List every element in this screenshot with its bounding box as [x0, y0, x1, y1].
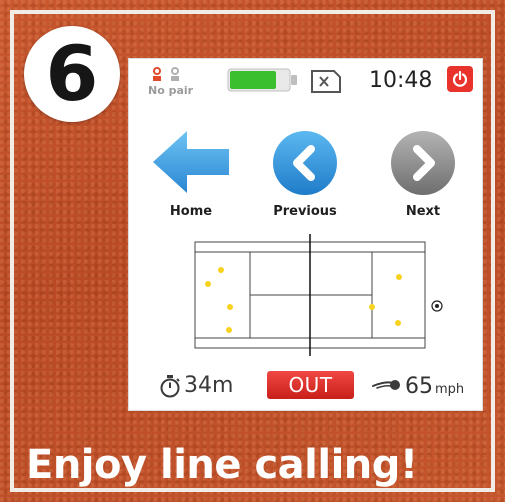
duration-value: 34m: [184, 373, 234, 398]
device-screen: No pair 10:48 Home Previous Next 34m OUT…: [129, 59, 482, 410]
stopwatch-icon: [160, 374, 180, 397]
power-button[interactable]: [447, 66, 473, 92]
pair-status-icon: [153, 67, 179, 81]
clock: 10:48: [369, 68, 433, 93]
ball-mark: [369, 304, 375, 310]
status-bar: No pair 10:48: [129, 59, 482, 99]
ball-mark: [395, 320, 401, 326]
ball-mark: [205, 281, 211, 287]
player-position-marker: [431, 300, 443, 312]
previous-button[interactable]: [271, 129, 339, 197]
card-x-icon: [311, 70, 341, 93]
step-number: 6: [45, 29, 99, 118]
ball-trail-icon: [372, 380, 400, 390]
home-button[interactable]: [151, 129, 231, 195]
call-badge: OUT: [267, 371, 354, 399]
next-label: Next: [405, 204, 441, 219]
step-number-badge: 6: [24, 26, 120, 122]
timer: 34m: [159, 373, 233, 398]
ball-mark: [396, 274, 402, 280]
arrow-left-icon: [153, 131, 229, 193]
court-diagram: [194, 234, 443, 356]
speed-unit: mph: [435, 382, 465, 397]
ball-mark: [226, 327, 232, 333]
stats-row: 34m OUT 65 mph: [129, 365, 482, 405]
pair-status-label: No pair: [148, 84, 194, 97]
tagline: Enjoy line calling!: [26, 442, 418, 488]
ball-mark: [227, 304, 233, 310]
ball-speed: 65 mph: [371, 374, 464, 399]
next-button[interactable]: [389, 129, 457, 197]
home-label: Home: [169, 204, 213, 219]
previous-label: Previous: [273, 204, 337, 219]
speed-value: 65: [405, 374, 433, 399]
power-icon: [452, 70, 468, 87]
ball-mark: [218, 267, 224, 273]
battery-icon: [227, 68, 297, 92]
